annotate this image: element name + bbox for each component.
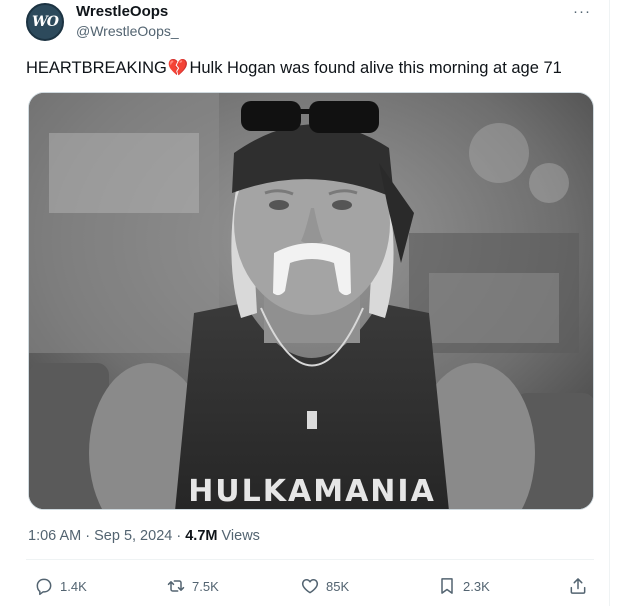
shirt-print: HULKAMANIA [188,474,436,509]
more-horizontal-icon: ··· [573,2,591,20]
retweet-button[interactable]: 7.5K [166,576,219,596]
avatar-logo: WO [32,14,59,30]
views-count: 4.7M [185,528,218,544]
tweet-card[interactable]: WO WrestleOops @WrestleOops_ ··· HEARTBR… [0,0,610,606]
author-handle[interactable]: @WrestleOops_ [76,23,179,39]
tweet-text-before: HEARTBREAKING [26,59,167,77]
tweet-text: HEARTBREAKING💔Hulk Hogan was found alive… [26,56,596,80]
broken-heart-emoji: 💔 [167,59,189,77]
tweet-meta: 1:06 AM · Sep 5, 2024 · 4.7M Views [28,528,260,544]
tweet-image[interactable]: HULKAMANIA [28,92,594,510]
meta-separator: · [176,528,182,544]
share-icon [570,578,586,594]
more-options-button[interactable]: ··· [571,2,593,20]
divider [26,559,594,560]
reply-button[interactable]: 1.4K [34,576,87,596]
tweet-date[interactable]: Sep 5, 2024 [94,528,172,544]
bookmark-icon [441,578,453,594]
reply-count: 1.4K [60,578,87,594]
like-count: 85K [326,578,350,594]
avatar[interactable]: WO [26,3,64,41]
bookmark-button[interactable]: 2.3K [437,576,490,596]
share-button[interactable] [568,576,588,596]
meta-separator: · [85,528,91,544]
heart-icon [301,579,319,594]
views-label: Views [221,528,260,544]
bookmark-count: 2.3K [463,578,490,594]
tweet-time[interactable]: 1:06 AM [28,528,81,544]
like-button[interactable]: 85K [300,576,349,596]
retweet-count: 7.5K [192,578,219,594]
tweet-text-after: Hulk Hogan was found alive this morning … [189,59,562,77]
retweet-icon [167,580,185,592]
photo-graphic: HULKAMANIA [29,93,593,509]
action-bar: 1.4K 7.5K 85K 2.3K [0,570,610,604]
reply-icon [36,578,52,596]
author-display-name[interactable]: WrestleOops [76,3,168,20]
